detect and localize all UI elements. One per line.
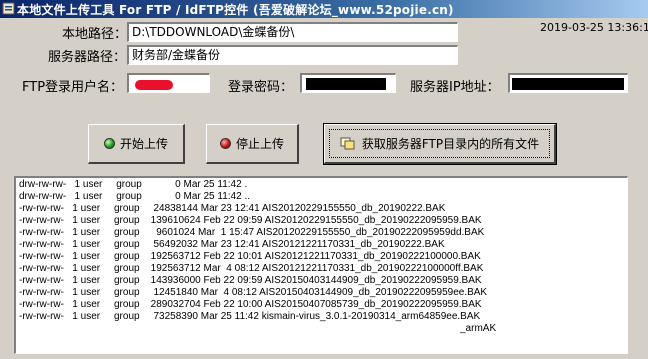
local-path-label: 本地路径： [62, 27, 128, 42]
list-item[interactable]: -rw-rw-rw- 1 user group 139610624 Feb 22… [19, 215, 482, 227]
list-item[interactable]: -rw-rw-rw- 1 user group 192563712 Feb 22… [19, 251, 481, 263]
green-light-icon [103, 138, 115, 149]
get-server-files-button[interactable]: 获取服务器FTP目录内的所有文件 [323, 123, 557, 165]
redaction-mark [512, 78, 624, 90]
list-item[interactable]: -rw-rw-rw- 1 user group 24838144 Mar 23 … [19, 203, 445, 215]
focus-rect [329, 129, 550, 158]
password-field[interactable] [300, 73, 396, 93]
datetime-display: 2019-03-25 13:36:12 [540, 21, 648, 34]
list-item[interactable]: -rw-rw-rw- 1 user group 143936000 Feb 22… [19, 275, 482, 287]
server-path-field[interactable]: 财务部/金蝶备份 [127, 45, 458, 65]
redaction-mark [306, 78, 386, 90]
list-item[interactable]: -rw-rw-rw- 1 user group 56492032 Mar 23 … [19, 239, 445, 251]
list-item[interactable]: -rw-rw-rw- 1 user group 289032704 Feb 22… [19, 299, 482, 311]
start-upload-button[interactable]: 开始上传 [88, 124, 185, 164]
window-title: 本地文件上传工具 For FTP / IdFTP控件 (吾爱破解论坛_www.5… [17, 3, 454, 17]
list-item[interactable]: -rw-rw-rw- 1 user group 9601024 Mar 1 15… [19, 227, 484, 239]
stop-upload-button[interactable]: 停止上传 [206, 124, 299, 164]
start-upload-label: 开始上传 [119, 137, 168, 151]
stop-upload-label: 停止上传 [235, 137, 284, 151]
redaction-mark [135, 80, 173, 90]
app-icon [2, 2, 15, 15]
list-item[interactable]: _armAK [460, 323, 496, 335]
red-light-icon [219, 138, 231, 149]
password-label: 登录密码： [228, 80, 294, 95]
file-listbox[interactable]: drw-rw-rw- 1 user group 0 Mar 25 11:42 .… [14, 176, 628, 354]
server-ip-label: 服务器IP地址： [410, 80, 500, 95]
list-item[interactable]: -rw-rw-rw- 1 user group 73258390 Mar 25 … [19, 311, 480, 323]
list-item[interactable]: drw-rw-rw- 1 user group 0 Mar 25 11:42 . [19, 179, 247, 191]
server-ip-field[interactable] [508, 73, 628, 93]
list-item[interactable]: -rw-rw-rw- 1 user group 192563712 Mar 4 … [19, 263, 483, 275]
server-path-label: 服务器路径： [48, 50, 127, 65]
ftp-username-label: FTP登录用户名： [22, 80, 124, 95]
ftp-username-field[interactable] [127, 73, 210, 93]
list-item[interactable]: -rw-rw-rw- 1 user group 12451840 Mar 4 0… [19, 287, 487, 299]
list-item[interactable]: drw-rw-rw- 1 user group 0 Mar 25 11:42 .… [19, 191, 250, 203]
local-path-field[interactable]: D:\TDDOWNLOAD\金蝶备份\ [127, 22, 458, 42]
title-bar: 本地文件上传工具 For FTP / IdFTP控件 (吾爱破解论坛_www.5… [0, 0, 648, 18]
